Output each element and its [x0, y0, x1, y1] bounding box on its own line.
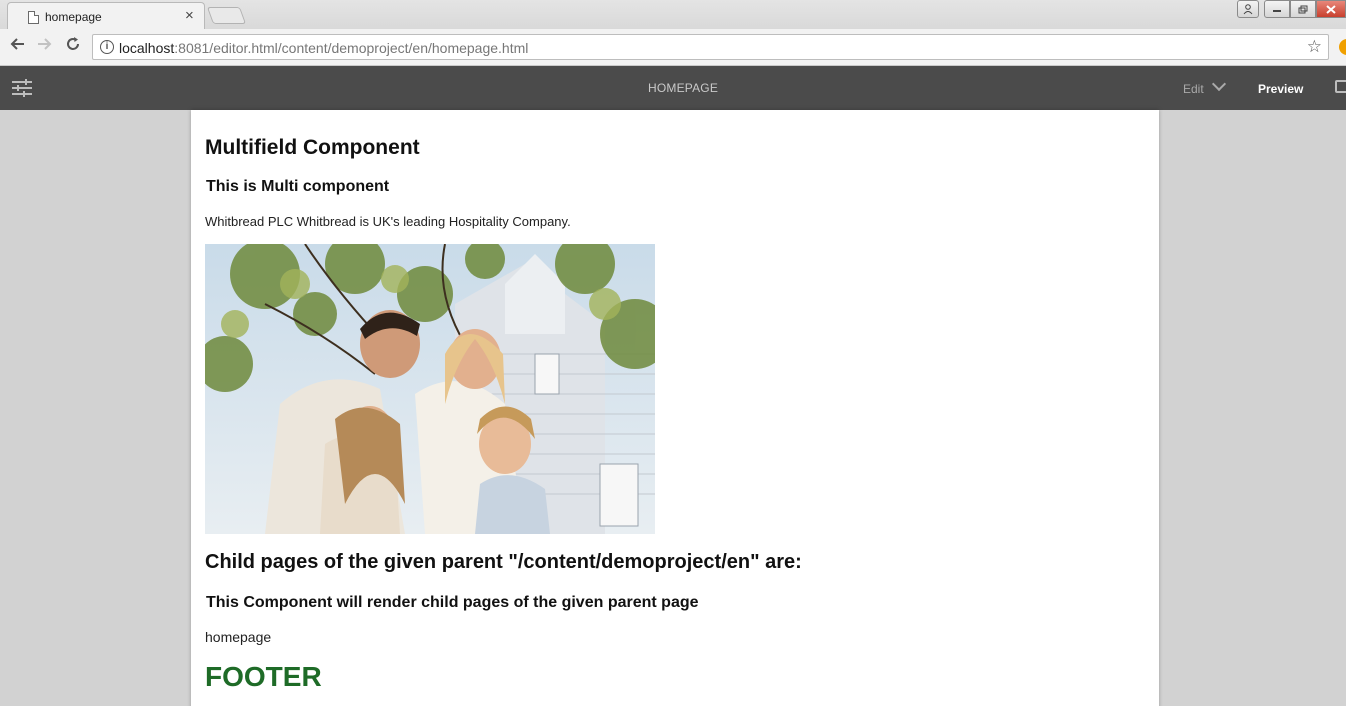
extension-icon[interactable]	[1339, 39, 1346, 55]
edit-mode-button[interactable]: Edit	[1183, 82, 1204, 96]
family-photo[interactable]	[205, 244, 655, 534]
page-title: HOMEPAGE	[647, 81, 719, 95]
footer-heading[interactable]: FOOTER	[205, 661, 322, 693]
reload-icon[interactable]	[65, 36, 81, 56]
close-icon[interactable]: ×	[185, 7, 194, 24]
preview-button[interactable]: Preview	[1258, 82, 1303, 96]
multifield-text[interactable]: Whitbread PLC Whitbread is UK's leading …	[205, 214, 571, 229]
info-icon[interactable]: i	[100, 40, 114, 54]
document-icon	[28, 11, 39, 24]
browser-tabstrip: homepage ×	[0, 0, 1346, 29]
browser-toolbar: i localhost:8081/editor.html/content/dem…	[0, 29, 1346, 66]
child-page-item[interactable]: homepage	[205, 629, 271, 645]
multifield-heading[interactable]: Multifield Component	[205, 136, 420, 160]
editor-toolbar: HOMEPAGE Edit Preview	[0, 66, 1346, 110]
annotations-icon[interactable]	[1335, 80, 1346, 93]
child-pages-heading[interactable]: Child pages of the given parent "/conten…	[205, 551, 802, 574]
url-text[interactable]: localhost:8081/editor.html/content/demop…	[119, 40, 528, 56]
multifield-subheading[interactable]: This is Multi component	[206, 178, 389, 196]
bookmark-star-icon[interactable]: ☆	[1307, 37, 1322, 57]
window-close-button[interactable]	[1316, 0, 1346, 18]
back-arrow-icon[interactable]	[9, 36, 25, 56]
address-bar[interactable]: i localhost:8081/editor.html/content/dem…	[92, 34, 1329, 60]
tab-title: homepage	[45, 10, 102, 24]
page-canvas: Multifield Component This is Multi compo…	[191, 110, 1159, 706]
window-controls	[1237, 0, 1346, 18]
child-pages-subheading[interactable]: This Component will render child pages o…	[206, 594, 699, 612]
restore-button[interactable]	[1290, 0, 1316, 18]
user-icon[interactable]	[1237, 0, 1259, 18]
browser-tab[interactable]: homepage ×	[7, 2, 205, 29]
minimize-button[interactable]	[1264, 0, 1290, 18]
forward-arrow-icon[interactable]	[37, 36, 53, 56]
new-tab-button[interactable]	[206, 7, 247, 24]
